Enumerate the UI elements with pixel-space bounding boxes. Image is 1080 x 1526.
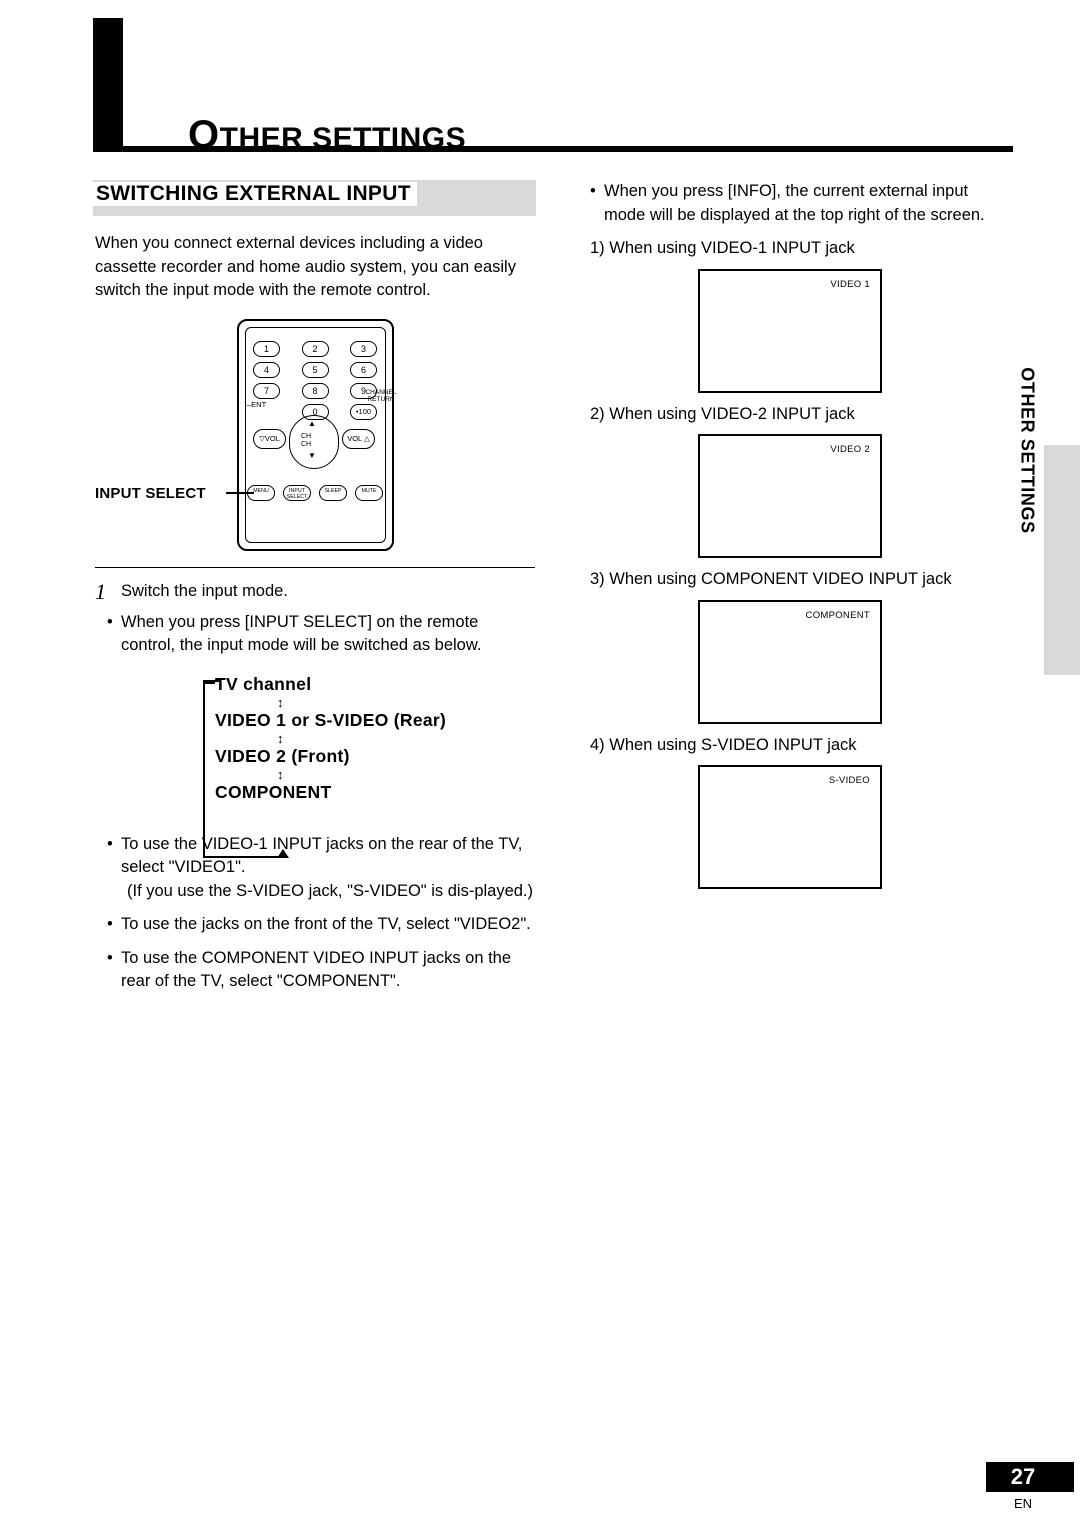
- page-number: 27: [1010, 1464, 1036, 1489]
- flow-loop-left-edge: [203, 681, 215, 858]
- remote-bottom-buttons: MENU INPUT SELECT SLEEP MUTE: [247, 484, 383, 501]
- screen-preview-video1: VIDEO 1: [698, 268, 882, 393]
- flow-arrow-3-icon: ↕: [277, 766, 284, 782]
- screen-preview-svideo: S-VIDEO: [698, 765, 882, 889]
- step-1-bullet-text: When you press [INPUT SELECT] on the rem…: [121, 612, 482, 655]
- left-column-divider: [95, 566, 535, 568]
- right-item-1: 1) When using VIDEO-1 INPUT jack: [590, 237, 1010, 261]
- volume-up-button: VOL △: [342, 428, 375, 449]
- left-bullet-2-text: (If you use the S-VIDEO jack, "S-VIDEO" …: [127, 881, 534, 900]
- left-column: When you connect external devices includ…: [95, 232, 535, 994]
- section-heading: SWITCHING EXTERNAL INPUT: [93, 182, 417, 206]
- channel-label-bottom: CH: [301, 440, 312, 448]
- input-select-button: INPUT SELECT: [283, 484, 311, 501]
- right-item-4-text: When using S-VIDEO INPUT jack: [609, 735, 857, 754]
- key-3: 3: [350, 340, 377, 357]
- bullet-dot-icon: •: [107, 948, 113, 967]
- step-1-text: Switch the input mode.: [121, 581, 288, 600]
- input-select-leader-line: [226, 491, 254, 494]
- channel-down-arrow-icon: ▼: [308, 450, 316, 460]
- info-bullet: • When you press [INFO], the current ext…: [590, 180, 1010, 227]
- step-1-number: 1: [95, 578, 106, 604]
- keypad-row-1: 1 2 3: [253, 340, 377, 357]
- right-item-3-text: When using COMPONENT VIDEO INPUT jack: [609, 570, 952, 588]
- channel-up-arrow-icon: ▲: [308, 418, 316, 428]
- key-2: 2: [301, 340, 329, 357]
- left-bullet-3-text: To use the jacks on the front of the TV,…: [121, 915, 531, 933]
- screen-preview-video2: VIDEO 2: [698, 434, 882, 558]
- keypad-row-2: 4 5 6: [253, 361, 377, 378]
- screen-preview-component: COMPONENT: [698, 599, 882, 724]
- bullet-dot-icon: •: [107, 834, 113, 853]
- volume-down-button: ▽VOL: [253, 428, 286, 449]
- right-item-4-number: 4): [590, 735, 605, 754]
- right-column: • When you press [INFO], the current ext…: [590, 180, 1010, 889]
- flow-loop-top-edge: [203, 679, 221, 682]
- page-language-code: EN: [1013, 1496, 1033, 1511]
- left-bullet-3: • To use the jacks on the front of the T…: [95, 913, 535, 937]
- side-tab-label: OTHER SETTINGS: [1017, 367, 1038, 534]
- left-bullet-4: • To use the COMPONENT VIDEO INPUT jacks…: [95, 947, 535, 994]
- flow-arrow-2-icon: ↕: [277, 730, 284, 746]
- channel-label-top: CH: [301, 432, 312, 440]
- keypad-row-3: 7 8 9: [253, 382, 377, 399]
- section-heading-wrap: SWITCHING EXTERNAL INPUT: [93, 180, 536, 216]
- header-black-bar: [93, 18, 123, 146]
- flow-item-tv-channel: TV channel: [215, 673, 312, 694]
- mute-button: MUTE: [355, 484, 383, 501]
- intro-paragraph: When you connect external devices includ…: [95, 234, 516, 299]
- input-select-callout: INPUT SELECT: [95, 484, 206, 502]
- screen-label-video1: VIDEO 1: [830, 278, 870, 290]
- info-bullet-text: When you press [INFO], the current exter…: [604, 182, 985, 224]
- key-8: 8: [301, 382, 329, 399]
- page-header: OTHER SETTINGS: [93, 18, 1013, 157]
- step-1: 1 Switch the input mode.: [95, 579, 535, 604]
- left-bullet-1-text: To use the VIDEO-1 INPUT jacks on the re…: [121, 834, 523, 877]
- left-bullet-4-text: To use the COMPONENT VIDEO INPUT jacks o…: [121, 948, 512, 991]
- flow-item-video2: VIDEO 2 (Front): [215, 745, 350, 766]
- right-item-1-text: When using VIDEO-1 INPUT jack: [609, 239, 855, 257]
- key-5: 5: [301, 361, 329, 378]
- bullet-dot-icon: •: [590, 182, 596, 200]
- channel-return-label: CHANNEL RETURN: [365, 388, 397, 404]
- right-item-3-number: 3): [590, 570, 605, 588]
- right-item-3: 3) When using COMPONENT VIDEO INPUT jack: [590, 568, 1010, 592]
- key-ent-label: –ENT: [247, 399, 267, 409]
- flow-item-component: COMPONENT: [215, 781, 332, 802]
- key-1: 1: [253, 340, 280, 357]
- right-item-2: 2) When using VIDEO-2 INPUT jack: [590, 403, 1010, 427]
- key-4: 4: [253, 361, 280, 378]
- sleep-button: SLEEP: [319, 484, 347, 501]
- step-1-bullet: • When you press [INPUT SELECT] on the r…: [95, 611, 535, 658]
- screen-label-video2: VIDEO 2: [830, 444, 870, 455]
- flow-arrow-1-icon: ↕: [277, 694, 284, 710]
- right-item-2-number: 2): [590, 404, 605, 423]
- screen-label-component: COMPONENT: [805, 609, 870, 621]
- side-tab-background: [1044, 445, 1080, 675]
- header-rule: [93, 146, 1013, 152]
- right-item-2-text: When using VIDEO-2 INPUT jack: [609, 404, 855, 423]
- right-item-1-number: 1): [590, 239, 605, 257]
- flow-item-video1: VIDEO 1 or S-VIDEO (Rear): [215, 709, 447, 730]
- left-bullet-1: • To use the VIDEO-1 INPUT jacks on the …: [95, 833, 535, 880]
- screen-label-svideo: S-VIDEO: [828, 775, 870, 786]
- remote-dpad: ▲ CH CH ▼ ▽VOL VOL △: [253, 411, 377, 473]
- left-bullet-2: (If you use the S-VIDEO jack, "S-VIDEO" …: [95, 880, 535, 904]
- bullet-dot-icon: •: [107, 915, 113, 933]
- right-item-4: 4) When using S-VIDEO INPUT jack: [590, 734, 1010, 758]
- key-6: 6: [350, 361, 377, 378]
- input-mode-flow-diagram: TV channel ↕ VIDEO 1 or S-VIDEO (Rear) ↕…: [203, 673, 515, 858]
- key-7: 7: [253, 382, 280, 399]
- bullet-dot-icon: •: [107, 612, 113, 631]
- remote-control-illustration: 1 2 3 4 5 6 7 8 9 0 •100 –ENT CHANNEL RE…: [95, 315, 535, 563]
